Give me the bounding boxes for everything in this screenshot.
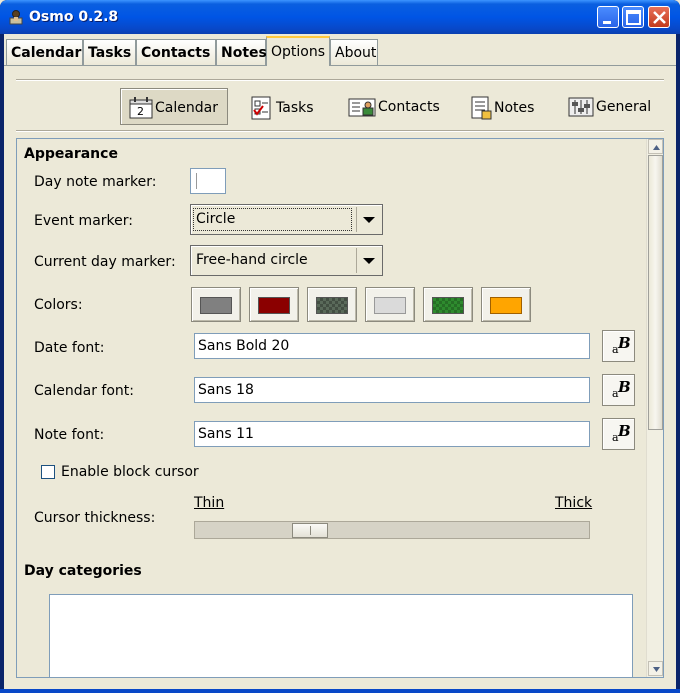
maximize-icon <box>626 10 641 25</box>
date-font-button[interactable]: aB <box>602 330 635 362</box>
color-swatch-3 <box>316 297 348 314</box>
event-marker-dropdown-arrow[interactable] <box>356 207 380 232</box>
options-calendar-label: Calendar <box>155 100 218 116</box>
scroll-up-button[interactable] <box>648 139 663 154</box>
tab-tasks[interactable]: Tasks <box>83 39 136 65</box>
notes-icon <box>471 96 492 120</box>
cursor-thin-label: Thin <box>194 495 225 511</box>
color-button-5[interactable] <box>423 287 473 322</box>
event-marker-value: Circle <box>196 211 236 227</box>
block-cursor-checkbox[interactable] <box>41 465 55 479</box>
settings-panel: Appearance Day note marker: Event marker… <box>16 138 664 678</box>
tab-contacts[interactable]: Contacts <box>136 39 216 65</box>
options-contacts-button[interactable]: Contacts <box>340 88 448 125</box>
day-categories-heading: Day categories <box>24 563 142 579</box>
maximize-button[interactable] <box>622 6 644 28</box>
scroll-down-icon <box>653 667 660 672</box>
tabs-divider <box>4 65 676 66</box>
note-font-input[interactable]: Sans 11 <box>194 421 590 447</box>
options-general-label: General <box>596 99 652 115</box>
color-button-1[interactable] <box>191 287 241 322</box>
chevron-down-icon <box>363 217 375 223</box>
options-tasks-button[interactable]: Tasks <box>242 88 322 125</box>
scroll-thumb[interactable] <box>648 155 663 430</box>
options-tasks-label: Tasks <box>276 100 314 116</box>
tab-notes[interactable]: Notes <box>216 39 267 65</box>
block-cursor-label[interactable]: Enable block cursor <box>61 464 199 480</box>
tab-about[interactable]: About <box>330 39 378 65</box>
app-icon <box>9 10 23 25</box>
color-swatch-2 <box>258 297 290 314</box>
date-font-label: Date font: <box>34 340 105 356</box>
options-notes-button[interactable]: Notes <box>462 88 542 125</box>
window-client-area: Calendar Tasks Contacts Notes Options Ab… <box>4 34 676 689</box>
slider-handle[interactable] <box>292 523 328 538</box>
general-icon <box>568 97 594 117</box>
calendar-font-input[interactable]: Sans 18 <box>194 377 590 403</box>
color-button-4[interactable] <box>365 287 415 322</box>
calendar-icon: 2 <box>129 97 153 119</box>
options-notes-label: Notes <box>494 100 535 116</box>
font-icon-b: B <box>618 378 631 396</box>
cursor-thick-label: Thick <box>555 495 593 511</box>
appearance-heading: Appearance <box>24 146 118 162</box>
minimize-button[interactable] <box>597 6 619 28</box>
chevron-down-icon <box>363 258 375 264</box>
color-swatch-1 <box>200 297 232 314</box>
color-swatch-6 <box>490 297 522 314</box>
color-button-2[interactable] <box>249 287 299 322</box>
options-calendar-button[interactable]: 2 Calendar <box>120 88 228 125</box>
contacts-icon <box>348 98 376 117</box>
font-icon-b: B <box>618 422 631 440</box>
day-note-marker-input[interactable] <box>190 168 226 194</box>
text-caret <box>196 173 197 189</box>
color-swatch-5 <box>432 297 464 314</box>
date-font-input[interactable]: Sans Bold 20 <box>194 333 590 359</box>
day-note-marker-label: Day note marker: <box>34 174 157 190</box>
close-icon <box>653 11 666 24</box>
color-swatch-4 <box>374 297 406 314</box>
scroll-down-button[interactable] <box>648 661 663 676</box>
tab-calendar[interactable]: Calendar <box>6 39 83 65</box>
color-button-6[interactable] <box>481 287 531 322</box>
options-contacts-label: Contacts <box>378 99 440 115</box>
calendar-font-value: Sans 18 <box>198 382 254 398</box>
tab-options[interactable]: Options <box>266 36 330 66</box>
vertical-scrollbar[interactable] <box>646 139 663 677</box>
separator-top <box>16 79 664 81</box>
cursor-thickness-slider[interactable] <box>194 521 590 539</box>
scroll-up-icon <box>653 145 660 150</box>
day-categories-list[interactable] <box>49 594 633 677</box>
current-day-marker-value: Free-hand circle <box>196 252 308 268</box>
minimize-icon <box>603 21 611 24</box>
current-day-marker-label: Current day marker: <box>34 254 176 270</box>
event-marker-combo[interactable]: Circle <box>190 204 383 235</box>
calendar-font-button[interactable]: aB <box>602 374 635 406</box>
note-font-label: Note font: <box>34 427 105 443</box>
title-bar[interactable]: Osmo 0.2.8 <box>0 0 680 34</box>
tasks-icon <box>251 96 271 120</box>
app-window: Osmo 0.2.8 Calendar Tasks Contacts Notes… <box>0 0 680 693</box>
colors-label: Colors: <box>34 297 83 313</box>
separator-bottom <box>16 130 664 132</box>
note-font-button[interactable]: aB <box>602 418 635 450</box>
current-day-marker-dropdown-arrow[interactable] <box>356 248 380 273</box>
cursor-thickness-label: Cursor thickness: <box>34 510 156 526</box>
date-font-value: Sans Bold 20 <box>198 338 290 354</box>
current-day-marker-combo[interactable]: Free-hand circle <box>190 245 383 276</box>
color-button-3[interactable] <box>307 287 357 322</box>
event-marker-label: Event marker: <box>34 213 133 229</box>
note-font-value: Sans 11 <box>198 426 254 442</box>
calendar-icon-day: 2 <box>137 105 144 118</box>
font-icon-b: B <box>618 334 631 352</box>
options-general-button[interactable]: General <box>560 88 659 125</box>
close-button[interactable] <box>648 6 670 28</box>
main-tabs: Calendar Tasks Contacts Notes Options Ab… <box>4 36 676 66</box>
calendar-font-label: Calendar font: <box>34 383 134 399</box>
window-title: Osmo 0.2.8 <box>29 9 119 25</box>
window-bottom-border <box>0 689 680 693</box>
